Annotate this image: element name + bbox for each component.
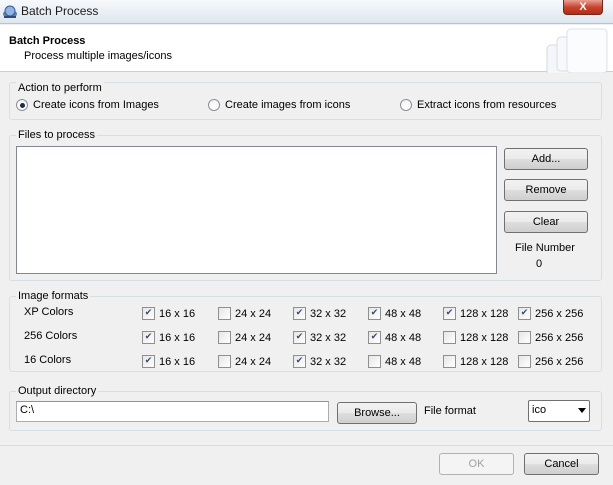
ok-button[interactable]: OK	[439, 453, 514, 475]
radio-create-images-indicator[interactable]	[208, 99, 220, 111]
file-format-label: File format	[424, 405, 476, 417]
radio-create-images-label: Create images from icons	[225, 99, 351, 111]
format-checkbox-indicator[interactable]	[518, 307, 531, 320]
format-checkbox-indicator[interactable]	[443, 331, 456, 344]
format-checkbox-indicator[interactable]	[142, 307, 155, 320]
format-checkbox[interactable]: 48 x 48	[368, 307, 421, 320]
format-checkbox-label: 256 x 256	[535, 355, 584, 368]
format-checkbox-label: 16 x 16	[159, 307, 196, 320]
format-checkbox-indicator[interactable]	[443, 307, 456, 320]
chevron-down-icon	[578, 408, 586, 413]
format-checkbox[interactable]: 24 x 24	[218, 355, 271, 368]
format-checkbox[interactable]: 32 x 32	[293, 331, 346, 344]
format-checkbox-label: 24 x 24	[235, 331, 272, 344]
format-checkbox-indicator[interactable]	[368, 355, 381, 368]
radio-extract-icons[interactable]: Extract icons from resources	[400, 99, 556, 111]
format-checkbox-indicator[interactable]	[142, 331, 155, 344]
file-number-label: File Number	[515, 242, 575, 254]
cancel-button[interactable]: Cancel	[524, 453, 599, 475]
add-button[interactable]: Add...	[504, 148, 588, 170]
file-number-value: 0	[536, 258, 543, 270]
format-checkbox-label: 48 x 48	[385, 355, 422, 368]
format-checkbox-label: 128 x 128	[460, 307, 509, 320]
format-checkbox-indicator[interactable]	[218, 307, 231, 320]
radio-create-icons[interactable]: Create icons from Images	[16, 99, 159, 111]
close-button[interactable]: X	[563, 0, 603, 15]
format-checkbox[interactable]: 16 x 16	[142, 331, 195, 344]
dialog-header: Batch Process Process multiple images/ic…	[0, 25, 613, 73]
format-checkbox[interactable]: 32 x 32	[293, 307, 346, 320]
format-checkbox-label: 48 x 48	[385, 307, 422, 320]
format-checkbox-indicator[interactable]	[518, 355, 531, 368]
format-row-label: 256 Colors	[24, 330, 78, 342]
radio-extract-icons-indicator[interactable]	[400, 99, 412, 111]
clear-button[interactable]: Clear	[504, 211, 588, 233]
format-checkbox-label: 128 x 128	[460, 331, 509, 344]
format-row-label: XP Colors	[24, 306, 74, 318]
dialog-content: Action to perform Create icons from Imag…	[0, 73, 613, 485]
format-checkbox-indicator[interactable]	[518, 331, 531, 344]
radio-create-icons-indicator[interactable]	[16, 99, 28, 111]
radio-extract-icons-label: Extract icons from resources	[417, 99, 557, 111]
format-checkbox-label: 24 x 24	[235, 355, 272, 368]
format-checkbox-label: 16 x 16	[159, 331, 196, 344]
format-checkbox[interactable]: 256 x 256	[518, 331, 583, 344]
format-checkbox[interactable]: 128 x 128	[443, 355, 508, 368]
format-checkbox[interactable]: 24 x 24	[218, 307, 271, 320]
format-checkbox-label: 256 x 256	[535, 307, 584, 320]
format-checkbox-label: 32 x 32	[310, 355, 347, 368]
format-checkbox-indicator[interactable]	[142, 355, 155, 368]
format-checkbox-label: 32 x 32	[310, 307, 347, 320]
browse-button[interactable]: Browse...	[337, 402, 417, 424]
files-listbox[interactable]	[16, 146, 497, 274]
format-checkbox[interactable]: 128 x 128	[443, 307, 508, 320]
format-checkbox-label: 256 x 256	[535, 331, 584, 344]
app-icon	[3, 5, 17, 18]
format-checkbox-label: 24 x 24	[235, 307, 272, 320]
window-title: Batch Process	[21, 4, 99, 18]
radio-create-images[interactable]: Create images from icons	[208, 99, 350, 111]
remove-button[interactable]: Remove	[504, 179, 588, 201]
header-title: Batch Process	[9, 35, 86, 47]
format-checkbox[interactable]: 48 x 48	[368, 331, 421, 344]
format-checkbox[interactable]: 16 x 16	[142, 355, 195, 368]
format-checkbox[interactable]: 24 x 24	[218, 331, 271, 344]
format-row-label: 16 Colors	[24, 354, 72, 366]
format-checkbox[interactable]: 48 x 48	[368, 355, 421, 368]
format-checkbox-indicator[interactable]	[368, 307, 381, 320]
footer-divider	[0, 445, 613, 446]
format-checkbox[interactable]: 256 x 256	[518, 307, 583, 320]
format-checkbox[interactable]: 16 x 16	[142, 307, 195, 320]
title-bar: Batch Process X	[0, 0, 613, 24]
file-format-value: ico	[532, 404, 547, 416]
format-checkbox[interactable]: 32 x 32	[293, 355, 346, 368]
close-icon: X	[579, 1, 587, 13]
action-group-label: Action to perform	[16, 82, 104, 94]
formats-group-label: Image formats	[16, 290, 91, 302]
format-checkbox[interactable]: 128 x 128	[443, 331, 508, 344]
format-checkbox-label: 16 x 16	[159, 355, 196, 368]
format-checkbox-indicator[interactable]	[293, 331, 306, 344]
stacked-pages-icon	[546, 28, 608, 73]
format-checkbox-indicator[interactable]	[218, 331, 231, 344]
file-format-select[interactable]: ico	[528, 400, 590, 422]
format-checkbox-indicator[interactable]	[218, 355, 231, 368]
output-directory-input[interactable]: C:\	[16, 401, 329, 422]
format-checkbox-label: 128 x 128	[460, 355, 509, 368]
format-checkbox-indicator[interactable]	[443, 355, 456, 368]
files-group-label: Files to process	[16, 129, 98, 141]
format-checkbox[interactable]: 256 x 256	[518, 355, 583, 368]
radio-create-icons-label: Create icons from Images	[33, 99, 159, 111]
format-checkbox-indicator[interactable]	[293, 307, 306, 320]
header-subtitle: Process multiple images/icons	[24, 50, 172, 62]
format-checkbox-indicator[interactable]	[368, 331, 381, 344]
format-checkbox-label: 32 x 32	[310, 331, 347, 344]
output-group-label: Output directory	[16, 385, 99, 397]
format-checkbox-label: 48 x 48	[385, 331, 422, 344]
format-checkbox-indicator[interactable]	[293, 355, 306, 368]
